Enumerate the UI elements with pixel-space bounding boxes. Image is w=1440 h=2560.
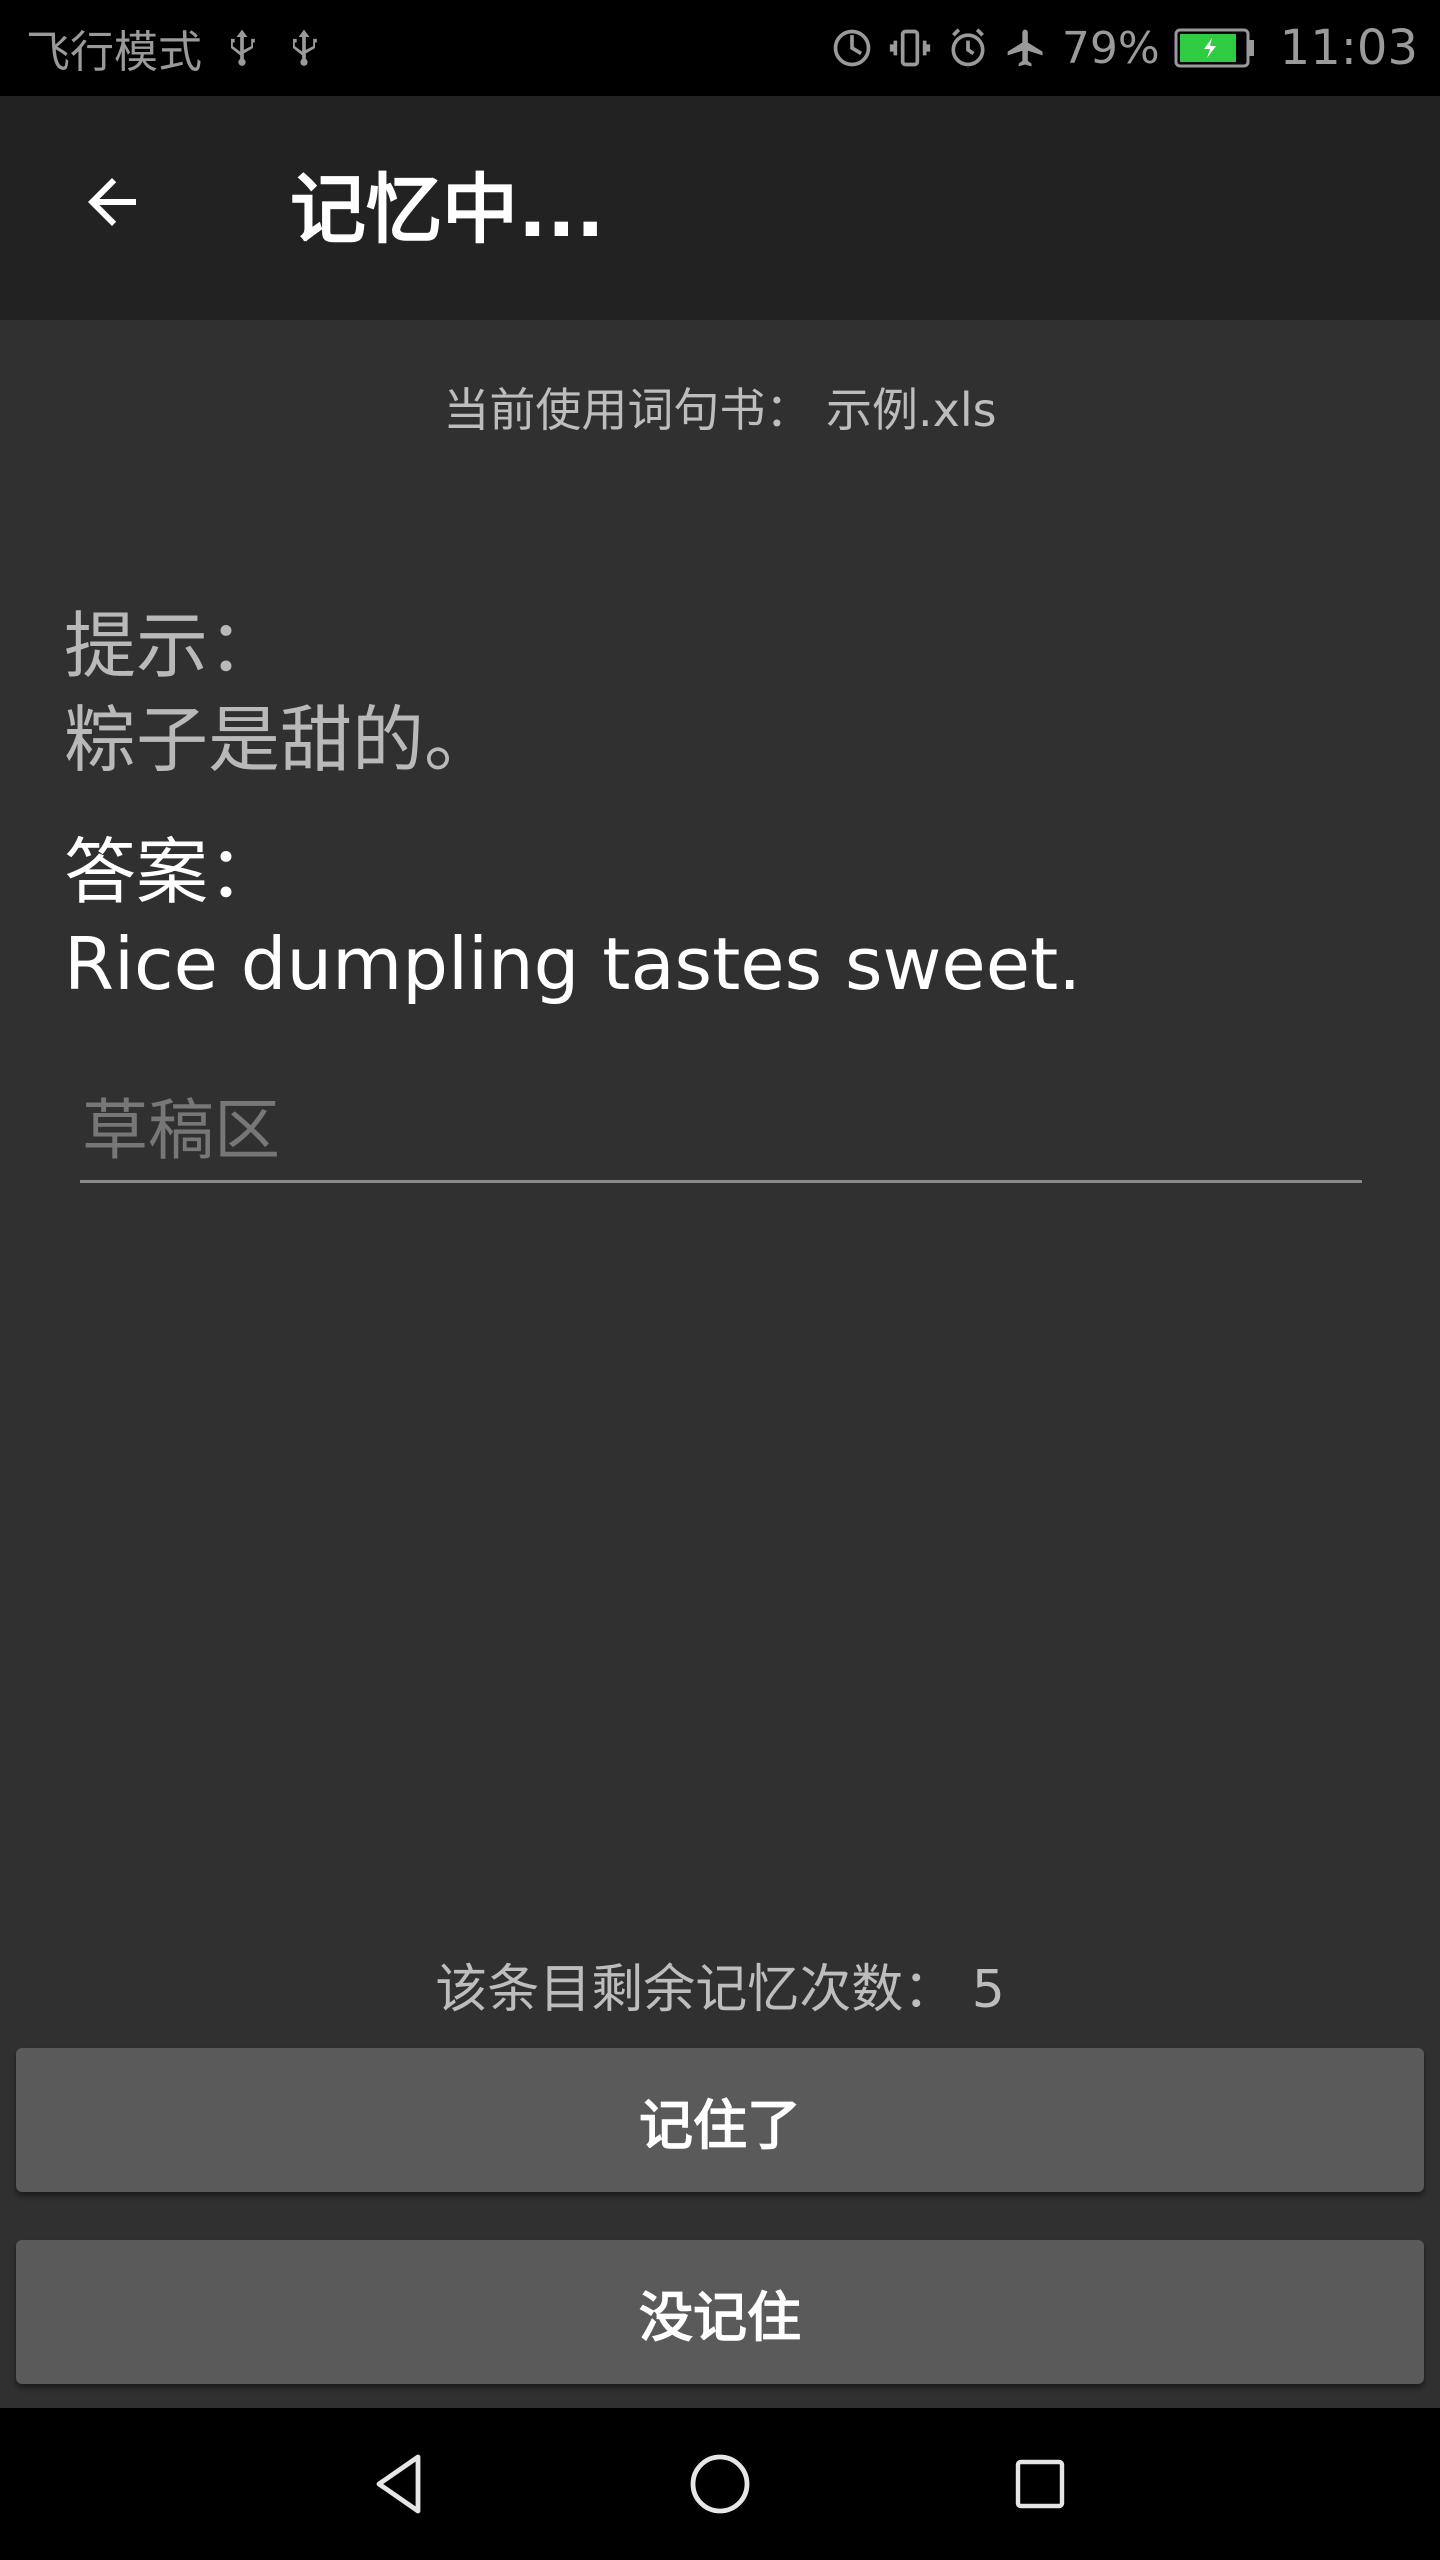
airplane-icon — [1007, 29, 1043, 67]
answer-label: 答案： — [64, 830, 281, 914]
answer-text: Rice dumpling tastes sweet. — [64, 922, 1082, 1006]
nav-home-icon — [690, 2454, 750, 2514]
data-saver-icon — [833, 29, 871, 67]
hint-label: 提示： — [64, 604, 281, 688]
status-bar: 飞行模式 79% 11:03 — [0, 0, 1440, 96]
clock: 11:03 — [1279, 20, 1418, 76]
battery-percent: 79% — [1061, 22, 1160, 74]
airplane-mode-text: 飞行模式 — [26, 27, 202, 78]
navigation-bar — [0, 2408, 1440, 2560]
usb-icon — [293, 29, 317, 66]
status-right: 79% 11:03 — [830, 0, 1418, 96]
nav-recent-icon — [1015, 2459, 1065, 2509]
arrow-back-icon — [88, 178, 136, 226]
usb-icon — [231, 29, 255, 66]
nav-home-button[interactable] — [620, 2408, 820, 2560]
not-remembered-button[interactable]: 没记住 — [16, 2240, 1424, 2384]
draft-input[interactable] — [80, 1080, 1362, 1183]
nav-recent-button[interactable] — [940, 2408, 1140, 2560]
current-book-label: 当前使用词句书： 示例.xls — [443, 383, 997, 437]
battery-charging-icon — [1174, 28, 1254, 68]
app-bar — [0, 96, 1440, 320]
nav-back-button[interactable] — [300, 2408, 500, 2560]
remembered-button[interactable]: 记住了 — [16, 2048, 1424, 2192]
remaining-count-label: 该条目剩余记忆次数： 5 — [435, 1960, 1005, 2020]
status-left: 飞行模式 — [26, 0, 326, 96]
alarm-icon — [951, 28, 985, 67]
page-title: 记忆中... — [290, 165, 605, 254]
hint-text: 粽子是甜的。 — [64, 698, 497, 782]
nav-back-icon — [376, 2454, 421, 2514]
vibrate-icon — [889, 29, 931, 67]
back-button[interactable] — [60, 150, 164, 254]
